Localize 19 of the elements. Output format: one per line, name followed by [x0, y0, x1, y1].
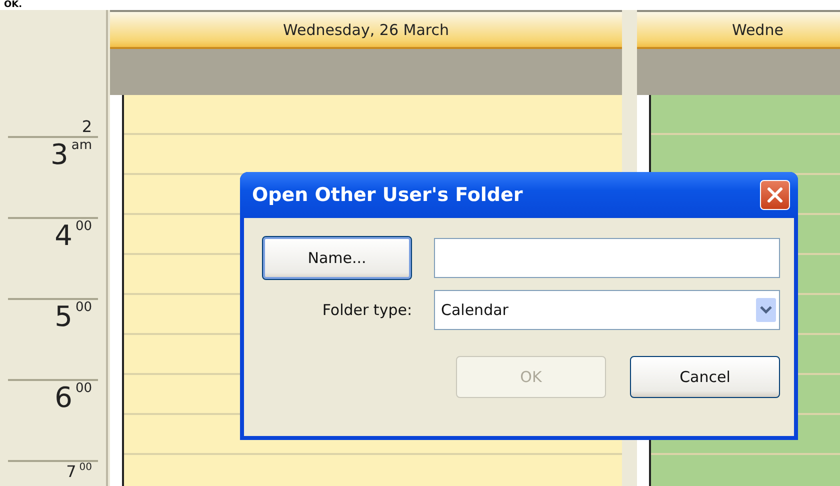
cancel-button[interactable]: Cancel [630, 356, 780, 398]
folder-type-label: Folder type: [321, 301, 412, 319]
dialog-title: Open Other User's Folder [252, 184, 523, 206]
hour-label: 6$^{00}$ [54, 381, 92, 416]
hour-label: 3$^{am}$ [50, 138, 92, 173]
day-header[interactable]: Wedne [637, 12, 840, 49]
name-button[interactable]: Name... [262, 236, 412, 280]
hour-label: 4$^{00}$ [54, 219, 92, 254]
time-slot[interactable] [651, 135, 840, 175]
hour-label: 7 $^{00}$ [66, 462, 92, 483]
close-button[interactable] [760, 180, 790, 210]
name-field[interactable] [434, 238, 780, 278]
hour-label: 2 [82, 118, 92, 136]
close-icon [766, 186, 784, 204]
day-header[interactable]: Wednesday, 26 March [110, 12, 622, 49]
folder-type-dropdown[interactable]: Calendar [434, 290, 780, 330]
time-slot[interactable] [124, 135, 622, 175]
cut-off-text: OK. [3, 0, 22, 10]
hour-label: 5$^{00}$ [54, 300, 92, 335]
